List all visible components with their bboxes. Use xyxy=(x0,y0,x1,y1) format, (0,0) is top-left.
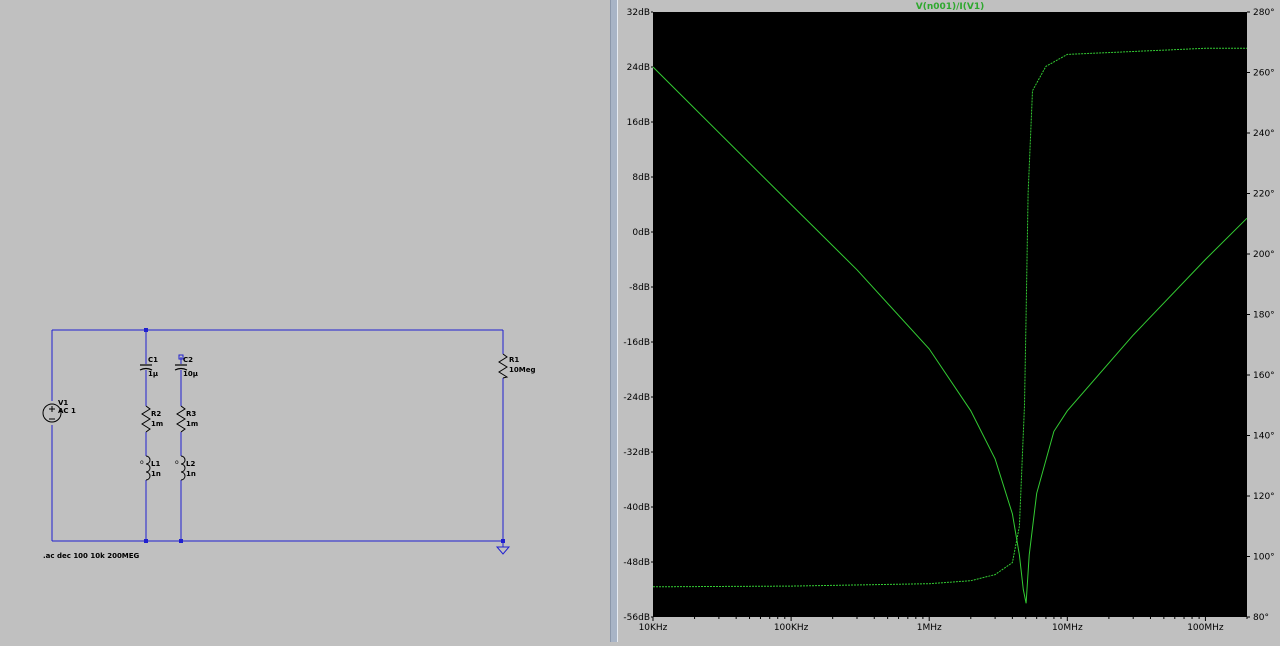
label-c2-value: 10µ xyxy=(183,370,198,378)
junction-dot xyxy=(179,539,183,543)
y-right-tick-label: 180° xyxy=(1253,311,1275,321)
y-left-tick-label: 32dB xyxy=(627,8,650,18)
schematic-editor[interactable]: o o V1 AC 1 C1 1µ R2 1m L1 1n C2 10µ R3 … xyxy=(0,0,610,642)
label-c1-ref: C1 xyxy=(148,356,158,364)
resistor-r2[interactable] xyxy=(141,405,151,433)
y-left-tick-label: 24dB xyxy=(627,63,650,73)
y-right-tick-label: 240° xyxy=(1253,129,1275,139)
waveform-viewer[interactable]: V(n001)/I(V1) 32dB 24dB 16dB 8dB 0dB -8dB -16d… xyxy=(618,0,1280,642)
y-right-tick-label: 120° xyxy=(1253,492,1275,502)
y-right-tick-label: 220° xyxy=(1253,190,1275,200)
y-left-tick-label: 0dB xyxy=(632,228,650,238)
y-left-tick-label: -40dB xyxy=(623,503,650,513)
inductor-icon xyxy=(180,455,186,481)
resistor-icon xyxy=(176,405,186,433)
inductor-icon xyxy=(145,455,151,481)
y-left-tick-label: -16dB xyxy=(623,338,650,348)
y-right-tick-label: 280° xyxy=(1253,8,1275,18)
y-left-tick-label: -56dB xyxy=(623,613,650,623)
label-v1-value: AC 1 xyxy=(58,407,76,415)
resistor-icon xyxy=(498,353,509,379)
y-left-tick-label: -24dB xyxy=(623,393,650,403)
svg-text:o: o xyxy=(140,459,144,466)
resistor-r3[interactable] xyxy=(176,405,186,433)
y-left-tick-label: -32dB xyxy=(623,448,650,458)
junction-dot xyxy=(144,539,148,543)
label-r3-value: 1m xyxy=(186,420,198,428)
x-tick-label: 1MHz xyxy=(917,623,942,633)
label-r2-ref: R2 xyxy=(151,410,161,418)
label-r2-value: 1m xyxy=(151,420,163,428)
label-c2-ref: C2 xyxy=(183,356,193,364)
y-left-tick-label: -8dB xyxy=(629,283,650,293)
y-left-tick-label: 16dB xyxy=(627,118,650,128)
svg-text:o: o xyxy=(175,459,179,466)
y-left-tick-label: -48dB xyxy=(623,558,650,568)
label-l1-value: 1n xyxy=(151,470,161,478)
y-right-tick-label: 260° xyxy=(1253,69,1275,79)
y-right-tick-label: 100° xyxy=(1253,553,1275,563)
inductor-l1[interactable]: o xyxy=(140,455,151,481)
inductor-l2[interactable]: o xyxy=(175,455,186,481)
ground-icon xyxy=(495,546,511,555)
y-left-tick-label: 8dB xyxy=(632,173,650,183)
label-r1-ref: R1 xyxy=(509,356,519,364)
plot-canvas[interactable]: V(n001)/I(V1) 32dB 24dB 16dB 8dB 0dB -8dB -16d… xyxy=(618,0,1280,642)
label-l2-value: 1n xyxy=(186,470,196,478)
plot-area[interactable] xyxy=(653,12,1247,617)
spice-directive[interactable]: .ac dec 100 10k 200MEG xyxy=(43,552,140,560)
label-r3-ref: R3 xyxy=(186,410,196,418)
resistor-r1[interactable] xyxy=(498,353,509,379)
y-right-tick-label: 140° xyxy=(1253,432,1275,442)
label-l2-ref: L2 xyxy=(186,460,195,468)
junction-dot xyxy=(144,328,148,332)
label-c1-value: 1µ xyxy=(148,370,158,378)
label-r1-value: 10Meg xyxy=(509,366,535,374)
junction-dot xyxy=(501,539,505,543)
resistor-icon xyxy=(141,405,151,433)
label-l1-ref: L1 xyxy=(151,460,160,468)
trace-title[interactable]: V(n001)/I(V1) xyxy=(916,2,984,12)
x-tick-label: 10MHz xyxy=(1052,623,1083,633)
x-tick-label: 10KHz xyxy=(639,623,668,633)
x-tick-label: 100KHz xyxy=(774,623,809,633)
y-right-tick-label: 80° xyxy=(1253,613,1269,623)
schematic-canvas[interactable]: o o V1 AC 1 C1 1µ R2 1m L1 1n C2 10µ R3 … xyxy=(0,0,610,642)
label-v1-ref: V1 xyxy=(58,399,68,407)
pane-splitter[interactable] xyxy=(610,0,618,642)
y-right-tick-label: 200° xyxy=(1253,250,1275,260)
x-tick-label: 100MHz xyxy=(1187,623,1224,633)
y-right-tick-label: 160° xyxy=(1253,371,1275,381)
